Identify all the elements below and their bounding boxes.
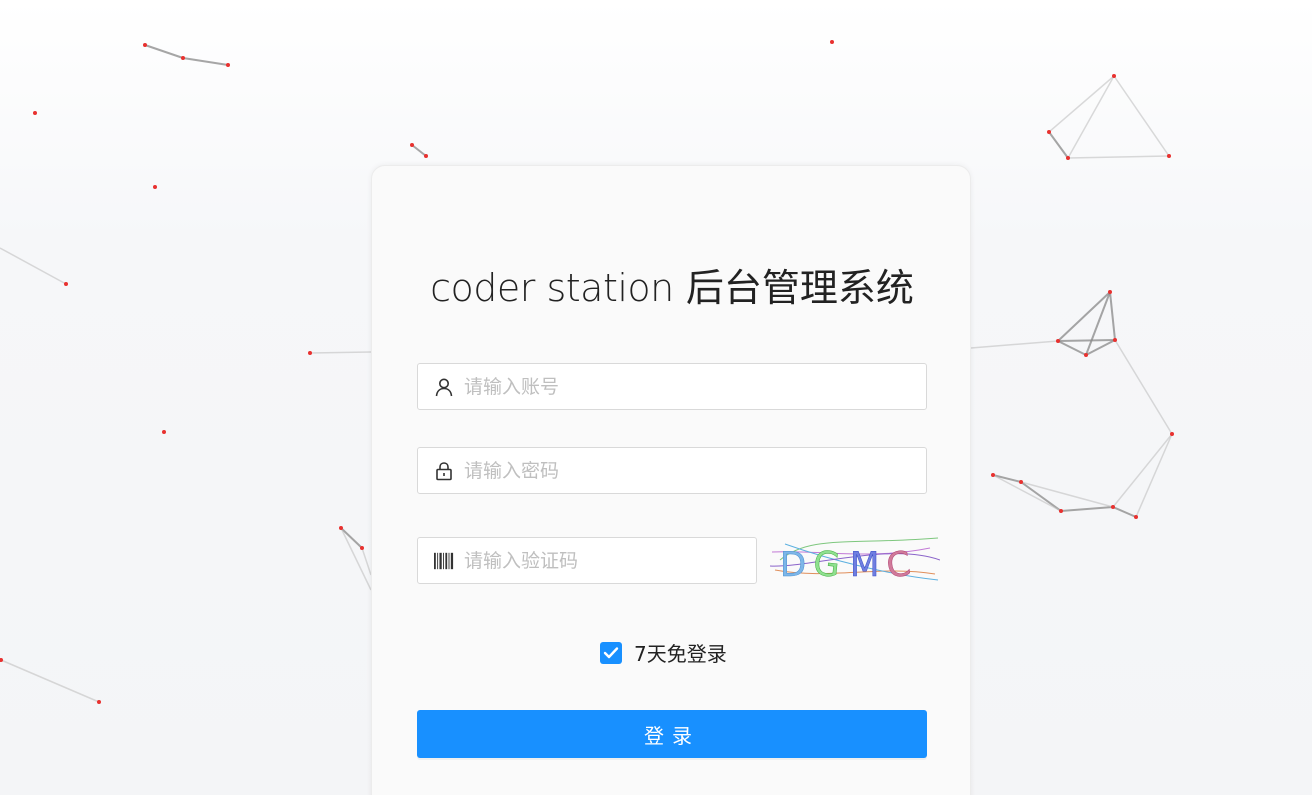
account-input[interactable] — [462, 374, 886, 399]
captcha-char: M — [850, 545, 879, 585]
barcode-icon — [434, 550, 454, 572]
remember-label: 7天免登录 — [634, 642, 727, 666]
remember-me[interactable]: 7天免登录 — [600, 638, 727, 667]
password-field[interactable] — [417, 447, 927, 494]
password-input[interactable] — [462, 458, 886, 483]
login-button[interactable]: 登录 — [417, 710, 927, 758]
account-field[interactable] — [417, 363, 927, 410]
captcha-input[interactable] — [462, 548, 726, 573]
captcha-char: G — [811, 543, 841, 586]
title-chinese: 后台管理系统 — [685, 266, 914, 310]
captcha-image[interactable]: D G M C — [769, 530, 941, 587]
login-card: coder station 后台管理系统 请输入账号 请输入验证码 D G M … — [371, 165, 971, 795]
check-icon — [603, 646, 619, 658]
remember-checkbox[interactable] — [600, 641, 622, 664]
captcha-char: C — [884, 544, 913, 586]
captcha-char: D — [780, 545, 806, 585]
lock-icon — [434, 460, 454, 482]
title-english: coder station — [430, 266, 674, 310]
page-title: coder station 后台管理系统 — [372, 264, 972, 312]
user-icon — [434, 376, 454, 398]
captcha-field[interactable] — [417, 537, 757, 584]
